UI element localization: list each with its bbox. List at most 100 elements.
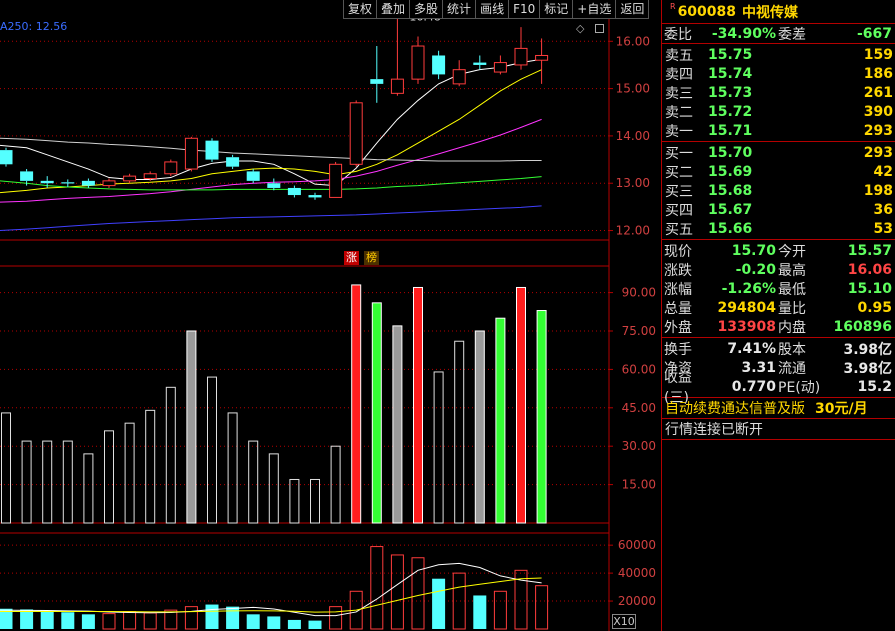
- candle-body: [164, 161, 178, 175]
- candle-body: [287, 187, 301, 196]
- indicator-tick-label: 90.00: [622, 286, 656, 300]
- order-row[interactable]: 买二 15.69 42: [662, 162, 895, 181]
- candle-body: [205, 140, 219, 160]
- volume-bar: [184, 606, 198, 630]
- f10-button[interactable]: F10: [508, 0, 540, 19]
- x10-badge[interactable]: X10: [612, 614, 636, 629]
- indicator-bar: [62, 440, 73, 524]
- order-row[interactable]: 卖一 15.71 293: [662, 121, 895, 140]
- order-row[interactable]: 买三 15.68 198: [662, 181, 895, 200]
- fundamental-stats: 换手 7.41% 股本 3.98亿 净资 3.31 流通 3.98亿 收益(三) 0.770 P…: [662, 338, 895, 406]
- order-price: 15.66: [708, 220, 753, 237]
- diamond-icon[interactable]: ◇: [576, 22, 584, 35]
- candle-body: [370, 79, 384, 84]
- order-label: 买五: [665, 221, 693, 238]
- zhang-badge[interactable]: 涨: [344, 251, 359, 265]
- candle-body: [473, 62, 487, 65]
- order-price: 15.75: [708, 46, 753, 63]
- order-price: 15.71: [708, 122, 753, 139]
- indicator-bar: [248, 440, 259, 524]
- fuquan-button[interactable]: 复权: [343, 0, 377, 19]
- draw-line-button[interactable]: 画线: [475, 0, 509, 19]
- order-volume: 293: [863, 122, 893, 139]
- weicha-label: 委差: [778, 26, 806, 43]
- kline-chart-area[interactable]: 16.00 15.00 14.00 13.00 12.00 90.00 75.00 60.00…: [0, 0, 660, 631]
- candle-body: [0, 150, 13, 165]
- volume-bar: [143, 612, 157, 630]
- candle-body: [349, 102, 363, 165]
- candle-body: [246, 171, 260, 181]
- volume-bar: [493, 590, 507, 630]
- candle-body: [493, 62, 507, 73]
- order-label: 买三: [665, 183, 693, 200]
- order-row[interactable]: 买五 15.66 53: [662, 219, 895, 238]
- volume-bar: [267, 616, 281, 629]
- connection-status: 行情连接已断开: [662, 419, 895, 440]
- price-tick-label: 16.00: [616, 34, 650, 48]
- volume-bar: [20, 609, 34, 629]
- overlay-button[interactable]: 叠加: [376, 0, 410, 19]
- quote-stats: 现价 15.70 今开 15.57 涨跌 -0.20 最高 16.06 涨幅 -1.26% 最低…: [662, 240, 895, 338]
- mark-button[interactable]: 标记: [539, 0, 573, 19]
- stat-value: -0.20: [735, 261, 776, 278]
- stat-value: 15.10: [847, 280, 892, 297]
- order-row[interactable]: 买四 15.67 36: [662, 200, 895, 219]
- order-row[interactable]: 卖二 15.72 390: [662, 102, 895, 121]
- weibi-row: 委比 -34.90% 委差 -667: [662, 24, 895, 44]
- indicator-bar: [268, 453, 279, 524]
- indicator-bar: [495, 317, 506, 524]
- order-price: 15.69: [708, 163, 753, 180]
- indicator-bar: [536, 310, 547, 524]
- order-row[interactable]: 卖四 15.74 186: [662, 64, 895, 83]
- order-volume: 53: [873, 220, 893, 237]
- volume-bar: [390, 554, 404, 630]
- volume-bar: [205, 604, 219, 629]
- add-watchlist-button[interactable]: +自选: [572, 0, 616, 19]
- stat-value: 294804: [717, 299, 776, 316]
- volume-bar: [102, 613, 116, 630]
- stat-value: 16.06: [847, 261, 892, 278]
- order-label: 买一: [665, 145, 693, 162]
- candle-body: [535, 54, 549, 61]
- kline-chart-svg[interactable]: 16.00 15.00 14.00 13.00 12.00 90.00 75.00 60.00…: [0, 0, 660, 631]
- statistics-button[interactable]: 统计: [442, 0, 476, 19]
- order-label: 卖四: [665, 66, 693, 83]
- order-row[interactable]: 买一 15.70 293: [662, 143, 895, 162]
- price-tick-label: 13.00: [616, 176, 650, 190]
- volume-bar: [226, 606, 240, 629]
- candle-body: [81, 180, 95, 186]
- quote-row: 换手 7.41% 股本 3.98亿: [662, 339, 895, 358]
- stat-value: -1.26%: [721, 280, 776, 297]
- indicator-bar: [186, 330, 197, 524]
- order-label: 买四: [665, 202, 693, 219]
- order-price: 15.74: [708, 65, 753, 82]
- order-price: 15.67: [708, 201, 753, 218]
- bang-badge[interactable]: 榜: [364, 251, 379, 265]
- chart-toolbar: 复权 叠加 多股 统计 画线 F10 标记 +自选 返回: [343, 0, 650, 19]
- stock-code: 600088: [677, 3, 737, 20]
- price-tick-label: 14.00: [616, 129, 650, 143]
- indicator-bar: [351, 284, 362, 524]
- indicator-bar: [392, 325, 403, 524]
- expand-icon[interactable]: [595, 24, 604, 33]
- stat-value: 133908: [717, 318, 776, 335]
- indicator-tick-label: 30.00: [622, 439, 656, 453]
- indicator-bar: [474, 330, 485, 524]
- order-volume: 293: [863, 144, 893, 161]
- indicator-tick-label: 60.00: [622, 362, 656, 376]
- promo-price: 30元/月: [815, 401, 868, 417]
- stat-label: 流通: [778, 360, 806, 377]
- promo-row[interactable]: 自动续费通达信普及版 30元/月: [662, 398, 895, 419]
- candle-body: [226, 157, 240, 167]
- order-price: 15.70: [708, 144, 753, 161]
- volume-ma-line: [0, 577, 542, 613]
- order-row[interactable]: 卖三 15.73 261: [662, 83, 895, 102]
- multi-stock-button[interactable]: 多股: [409, 0, 443, 19]
- order-volume: 159: [863, 46, 893, 63]
- order-volume: 186: [863, 65, 893, 82]
- indicator-tick-label: 75.00: [622, 324, 656, 338]
- order-row[interactable]: 卖五 15.75 159: [662, 45, 895, 64]
- candle-body: [452, 69, 466, 85]
- stat-value: 0.770: [731, 378, 776, 395]
- back-button[interactable]: 返回: [615, 0, 650, 19]
